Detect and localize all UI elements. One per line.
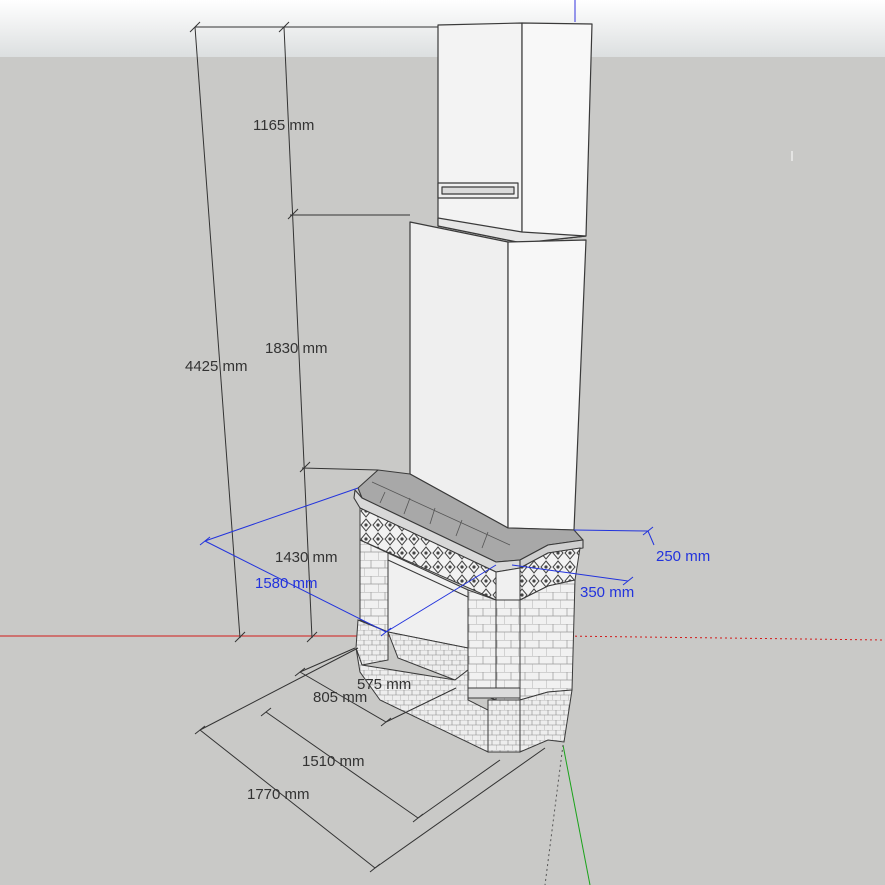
upper-hood-slot-inner (441, 186, 515, 195)
dim-front-width-outer: 1770 mm (247, 786, 310, 803)
right-pillar-front (467, 589, 497, 701)
right-pillar-foot (487, 699, 521, 753)
upper-hood-side (521, 22, 593, 244)
dim-mantel-height: 1430 mm (275, 549, 338, 566)
dim-side-depth: 805 mm (313, 689, 367, 706)
3d-scene[interactable]: 4425 mm 1165 mm 1830 mm 1430 mm 1580 mm … (0, 0, 885, 885)
modeling-viewport[interactable]: 4425 mm 1165 mm 1830 mm 1430 mm 1580 mm … (0, 0, 885, 885)
right-pillar-side (495, 599, 521, 701)
dim-upper-hood-height: 1165 mm (253, 117, 314, 134)
dim-mantel-width: 1580 mm (255, 575, 318, 592)
side-panel[interactable] (519, 579, 576, 753)
dim-lower-hood-height: 1830 mm (265, 340, 328, 357)
dim-front-width-inner: 1510 mm (302, 753, 365, 770)
lower-hood[interactable] (409, 217, 587, 531)
upper-hood-front (437, 22, 523, 244)
left-pillar[interactable] (355, 539, 389, 666)
frieze-band (495, 567, 521, 603)
lower-hood-side (507, 239, 587, 531)
dim-shelf-depth-front: 350 mm (580, 584, 634, 601)
side-panel-upper (519, 579, 576, 701)
right-pillar-moulding (465, 687, 523, 699)
dim-shelf-depth-right: 250 mm (656, 548, 710, 565)
dim-total-height: 4425 mm (185, 358, 248, 375)
left-pillar-front (359, 539, 389, 633)
upper-hood[interactable] (437, 22, 593, 244)
